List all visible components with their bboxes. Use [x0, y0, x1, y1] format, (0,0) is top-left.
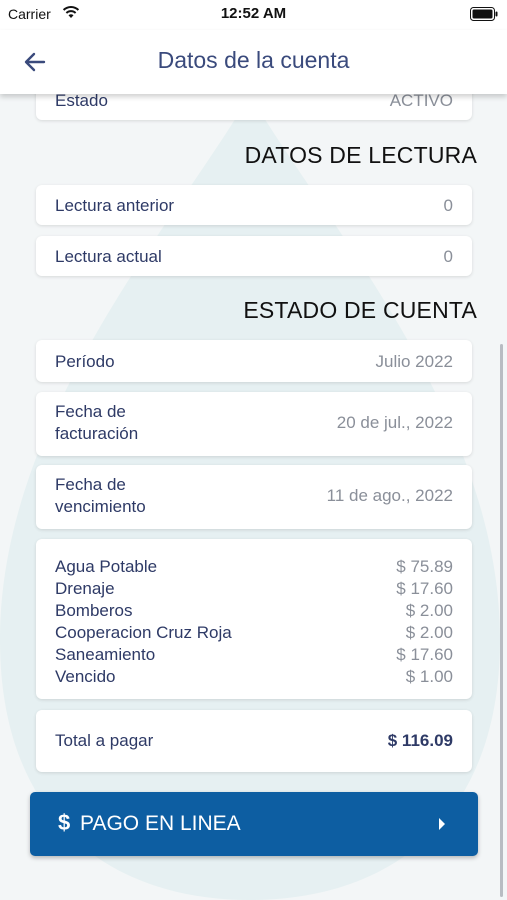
periodo-value: Julio 2022	[375, 352, 453, 371]
charge-row: Bomberos $ 2.00	[55, 600, 453, 622]
periodo-label: Período	[55, 352, 115, 371]
facturacion-label-line2: facturación	[55, 424, 139, 443]
facturacion-label: Fecha de facturación	[55, 401, 138, 445]
lectura-anterior-value: 0	[443, 196, 453, 215]
charge-amount: $ 2.00	[405, 601, 453, 620]
estado-value: ACTIVO	[389, 94, 453, 110]
estado-card: Estado ACTIVO	[36, 94, 472, 120]
lectura-anterior-label: Lectura anterior	[55, 196, 175, 215]
facturacion-label-line1: Fecha de	[55, 402, 126, 421]
lectura-actual-card: Lectura actual 0	[36, 236, 472, 276]
scrollbar[interactable]	[500, 344, 503, 897]
charge-name: Vencido	[55, 667, 116, 686]
charge-name: Agua Potable	[55, 557, 158, 576]
page-title: Datos de la cuenta	[157, 47, 350, 73]
charge-name: Cooperacion Cruz Roja	[55, 623, 232, 642]
vencimiento-value: 11 de ago., 2022	[326, 486, 453, 505]
chevron-right-icon	[439, 818, 445, 830]
section-title-estado-cuenta: ESTADO DE CUENTA	[243, 297, 477, 323]
charge-row: Vencido $ 1.00	[55, 666, 453, 688]
charge-name: Saneamiento	[55, 645, 156, 664]
charge-amount: $ 17.60	[396, 645, 453, 664]
total-card: Total a pagar $ 116.09	[36, 710, 472, 772]
pay-button-label: PAGO EN LINEA	[80, 812, 241, 835]
charge-amount: $ 75.89	[396, 557, 453, 576]
charge-name: Drenaje	[55, 579, 115, 598]
total-label: Total a pagar	[55, 731, 154, 750]
lectura-actual-value: 0	[443, 247, 453, 266]
lectura-actual-label: Lectura actual	[55, 247, 162, 266]
charge-row: Drenaje $ 17.60	[55, 578, 453, 600]
account-content: Estado ACTIVO DATOS DE LECTURA Lectura a…	[0, 94, 507, 900]
charge-name: Bomberos	[55, 601, 133, 620]
vencimiento-label-line2: vencimiento	[55, 497, 146, 516]
vencimiento-label: Fecha de vencimiento	[55, 474, 146, 518]
periodo-card: Período Julio 2022	[36, 340, 472, 382]
charge-amount: $ 17.60	[396, 579, 453, 598]
charge-row: Cooperacion Cruz Roja $ 2.00	[55, 622, 453, 644]
facturacion-card: Fecha de facturación 20 de jul., 2022	[36, 392, 472, 456]
status-bar: Carrier 12:52 AM	[0, 0, 507, 30]
estado-label: Estado	[55, 94, 108, 110]
vencimiento-label-line1: Fecha de	[55, 475, 126, 494]
clock: 12:52 AM	[220, 5, 287, 22]
dollar-sign-icon: $	[58, 810, 71, 835]
charge-amount: $ 1.00	[405, 667, 453, 686]
charge-amount: $ 2.00	[405, 623, 453, 642]
section-title-lectura: DATOS DE LECTURA	[244, 142, 477, 168]
vencimiento-card: Fecha de vencimiento 11 de ago., 2022	[36, 465, 472, 529]
battery-icon	[470, 7, 498, 21]
charges-card: Agua Potable $ 75.89 Drenaje $ 17.60 Bom…	[36, 539, 472, 699]
pago-en-linea-button[interactable]: $ PAGO EN LINEA	[30, 792, 478, 856]
charge-row: Agua Potable $ 75.89	[55, 556, 453, 578]
nav-bar: Datos de la cuenta	[0, 30, 507, 94]
facturacion-value: 20 de jul., 2022	[336, 413, 453, 432]
charge-row: Saneamiento $ 17.60	[55, 644, 453, 666]
charges-list: Agua Potable $ 75.89 Drenaje $ 17.60 Bom…	[55, 556, 453, 688]
total-value: $ 116.09	[387, 731, 453, 750]
lectura-anterior-card: Lectura anterior 0	[36, 185, 472, 225]
